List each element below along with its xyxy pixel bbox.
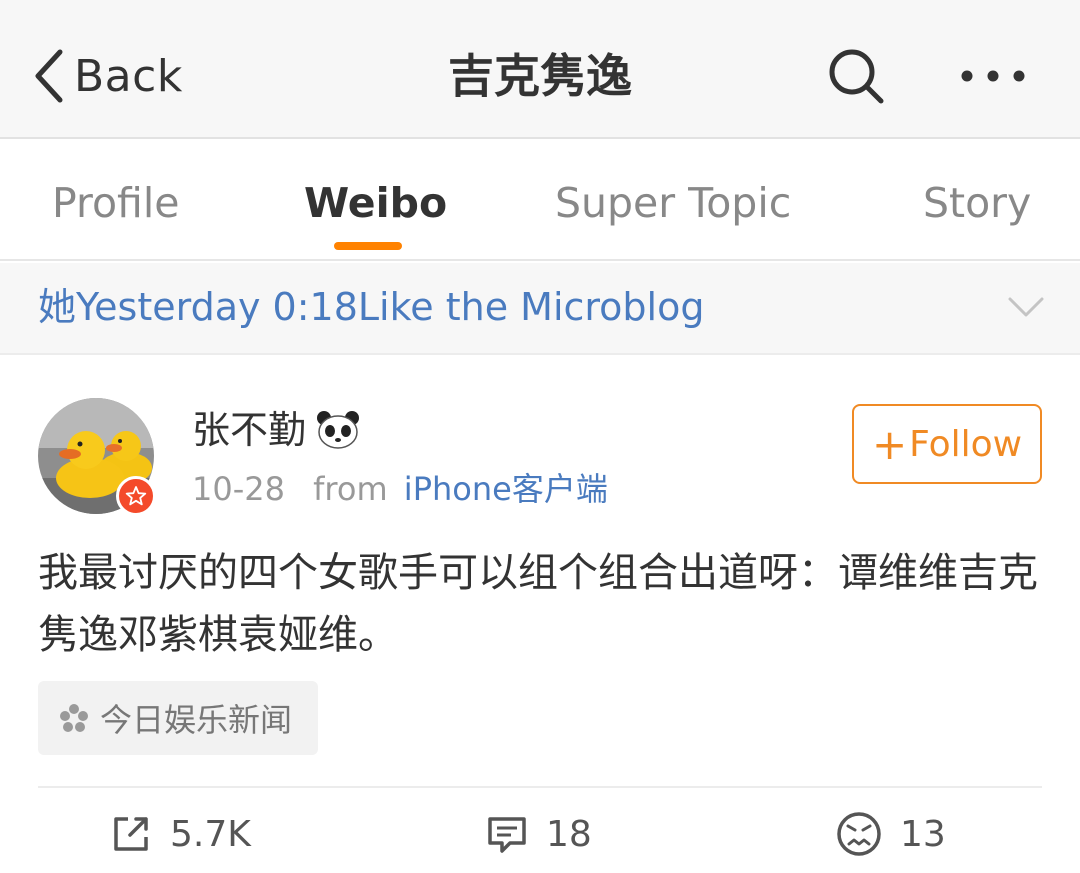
comment-button[interactable]: 18 xyxy=(486,808,592,860)
search-icon xyxy=(829,49,884,104)
like-notice-bar[interactable]: 她Yesterday 0:18Like the Microblog xyxy=(0,263,1080,355)
flower-icon xyxy=(60,704,88,732)
from-label: from xyxy=(313,470,388,508)
more-icon xyxy=(961,70,1025,82)
post-meta: 10-28 from iPhone客户端 xyxy=(192,466,608,512)
more-button[interactable] xyxy=(958,56,1028,96)
chevron-down-icon[interactable] xyxy=(1008,296,1044,318)
tab-super-topic[interactable]: Super Topic xyxy=(555,173,791,233)
post-content: 我最讨厌的四个女歌手可以组个组合出道呀：谭维维吉克隽逸邓紫棋袁娅维。 xyxy=(38,550,1038,658)
verified-badge xyxy=(116,476,156,516)
follow-button[interactable]: + Follow xyxy=(852,404,1042,484)
repost-button[interactable]: 5.7K xyxy=(110,808,251,860)
topic-label: 今日娱乐新闻 xyxy=(100,701,293,739)
post-source-link[interactable]: iPhone客户端 xyxy=(404,470,608,508)
username-text: 张不勤 xyxy=(192,408,307,452)
repost-count: 5.7K xyxy=(170,813,251,855)
divider xyxy=(38,786,1042,788)
tab-weibo[interactable]: Weibo xyxy=(304,173,447,233)
panda-emoji-icon xyxy=(317,411,360,449)
plus-icon: + xyxy=(871,419,908,469)
topic-tag[interactable]: 今日娱乐新闻 xyxy=(38,681,319,755)
like-notice-text: 她Yesterday 0:18Like the Microblog xyxy=(38,285,705,329)
post-date: 10-28 xyxy=(192,470,285,508)
reaction-count: 13 xyxy=(900,813,946,855)
comment-icon xyxy=(488,817,526,853)
profile-tabs: Profile Weibo Super Topic Story xyxy=(0,141,1080,261)
tab-profile[interactable]: Profile xyxy=(52,173,179,233)
reaction-button[interactable]: 13 xyxy=(836,808,946,860)
active-tab-indicator xyxy=(334,242,402,250)
tab-story[interactable]: Story xyxy=(923,173,1031,233)
share-icon xyxy=(114,817,148,851)
search-button[interactable] xyxy=(826,44,886,108)
follow-label: Follow xyxy=(909,423,1023,465)
username[interactable]: 张不勤 xyxy=(192,403,360,457)
navigation-bar: Back 吉克隽逸 xyxy=(0,0,1080,139)
back-button[interactable]: Back xyxy=(32,44,183,108)
star-icon xyxy=(125,486,147,506)
angry-face-icon xyxy=(837,812,881,856)
chevron-left-icon xyxy=(35,49,63,103)
back-label: Back xyxy=(74,50,183,102)
comment-count: 18 xyxy=(546,813,592,855)
